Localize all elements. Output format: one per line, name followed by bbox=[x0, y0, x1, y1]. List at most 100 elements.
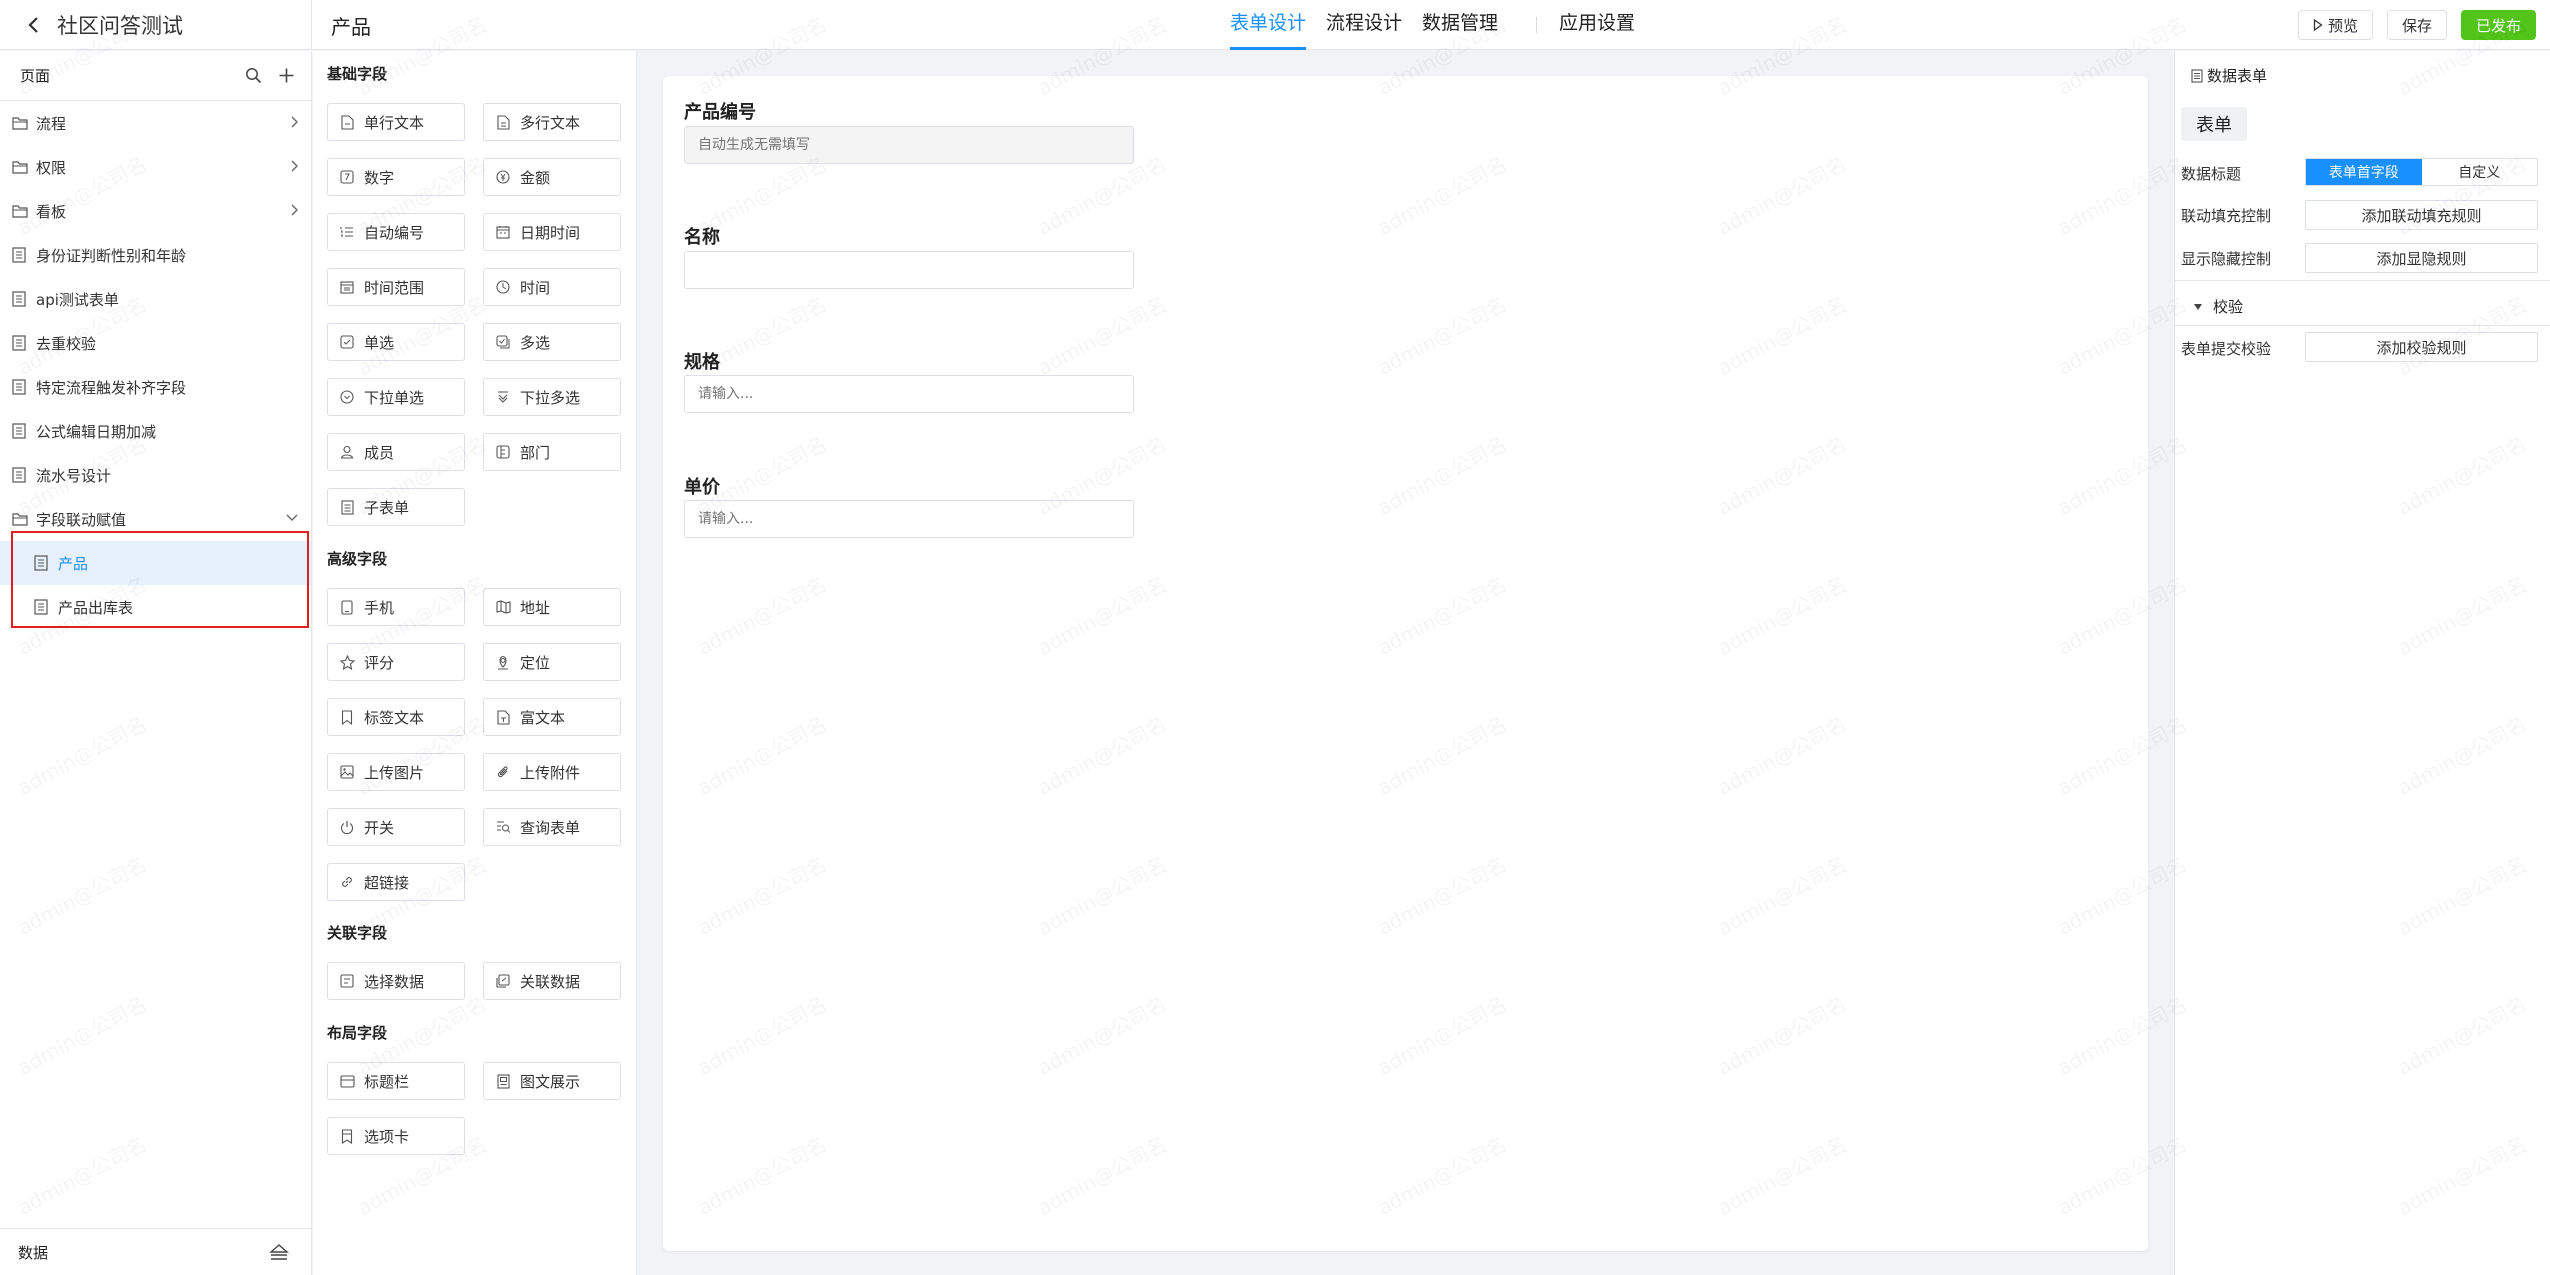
search-icon[interactable] bbox=[245, 67, 262, 84]
form-icon bbox=[34, 599, 48, 615]
sidebar-item-form[interactable]: 去重校验 bbox=[0, 321, 311, 365]
field-multi-select[interactable]: 多选 bbox=[483, 323, 621, 361]
field-switch[interactable]: 开关 bbox=[327, 808, 465, 846]
form-icon bbox=[12, 291, 26, 307]
unit-price-input[interactable] bbox=[684, 500, 1134, 538]
save-button[interactable]: 保存 bbox=[2386, 10, 2447, 40]
field-rich-text[interactable]: 富文本 bbox=[483, 698, 621, 736]
file-text-icon bbox=[496, 114, 510, 130]
eject-icon bbox=[269, 1244, 289, 1260]
field-label-text[interactable]: 标签文本 bbox=[327, 698, 465, 736]
submit-validation-label: 表单提交校验 bbox=[2181, 340, 2272, 358]
user-icon bbox=[340, 445, 354, 459]
publish-button[interactable]: 已发布 bbox=[2460, 10, 2536, 40]
field-select-data[interactable]: 选择数据 bbox=[327, 962, 465, 1000]
field-member[interactable]: 成员 bbox=[327, 433, 465, 471]
sidebar-item-label: 产品 bbox=[58, 554, 89, 573]
preview-label: 预览 bbox=[2327, 16, 2358, 35]
field-amount[interactable]: 金额 bbox=[483, 158, 621, 196]
tab-flow-design[interactable]: 流程设计 bbox=[1326, 0, 1402, 50]
tab-form-properties[interactable]: 表单 bbox=[2181, 107, 2247, 141]
add-icon[interactable] bbox=[278, 67, 295, 84]
form-icon bbox=[12, 379, 26, 395]
field-single-select[interactable]: 单选 bbox=[327, 323, 465, 361]
sidebar-footer[interactable]: 数据 bbox=[0, 1228, 311, 1275]
section-relation-fields: 关联字段 bbox=[327, 924, 388, 942]
back-button[interactable] bbox=[19, 10, 49, 40]
chevron-down-icon bbox=[286, 514, 298, 521]
tab-divider bbox=[1536, 17, 1538, 33]
field-number[interactable]: 数字 bbox=[327, 158, 465, 196]
add-visibility-rule-button[interactable]: 添加显隐规则 bbox=[2305, 243, 2538, 273]
field-multi-line-text[interactable]: 多行文本 bbox=[483, 103, 621, 141]
sidebar-item-permissions[interactable]: 权限 bbox=[0, 145, 311, 189]
preview-button[interactable]: 预览 bbox=[2297, 10, 2373, 40]
field-upload-image[interactable]: 上传图片 bbox=[327, 753, 465, 791]
form-icon bbox=[12, 467, 26, 483]
field-upload-attachment[interactable]: 上传附件 bbox=[483, 753, 621, 791]
pages-sidebar: 页面 流程 权限 看板 身份证判断性别和年龄 api测试表单 去重校验 特定流程… bbox=[0, 51, 312, 1275]
form-icon bbox=[12, 423, 26, 439]
properties-header: 数据表单 bbox=[2191, 65, 2267, 86]
sidebar-item-form[interactable]: api测试表单 bbox=[0, 277, 311, 321]
option-first-field[interactable]: 表单首字段 bbox=[2306, 159, 2422, 185]
field-query-form[interactable]: 查询表单 bbox=[483, 808, 621, 846]
tab-form-design[interactable]: 表单设计 bbox=[1230, 0, 1307, 50]
add-linkage-rule-button[interactable]: 添加联动填充规则 bbox=[2305, 200, 2538, 230]
tab-app-settings[interactable]: 应用设置 bbox=[1559, 0, 1635, 50]
rich-text-icon bbox=[496, 709, 510, 725]
ordered-list-icon bbox=[340, 227, 353, 237]
form-icon bbox=[12, 247, 26, 263]
field-department[interactable]: 部门 bbox=[483, 433, 621, 471]
sidebar-item-form[interactable]: 特定流程触发补齐字段 bbox=[0, 365, 311, 409]
field-label-unit-price: 单价 bbox=[684, 477, 720, 498]
sidebar-item-label: api测试表单 bbox=[36, 290, 119, 309]
sidebar-item-label: 公式编辑日期加减 bbox=[36, 422, 157, 441]
field-phone[interactable]: 手机 bbox=[327, 588, 465, 626]
field-related-data[interactable]: 关联数据 bbox=[483, 962, 621, 1000]
validation-section-header[interactable]: 校验 bbox=[2193, 296, 2243, 317]
field-single-line-text[interactable]: 单行文本 bbox=[327, 103, 465, 141]
phone-icon bbox=[341, 599, 353, 615]
field-datetime[interactable]: 日期时间 bbox=[483, 213, 621, 251]
sidebar-item-product[interactable]: 产品 bbox=[0, 541, 311, 585]
name-input[interactable] bbox=[684, 251, 1134, 289]
sidebar-item-form[interactable]: 公式编辑日期加减 bbox=[0, 409, 311, 453]
related-data-icon bbox=[496, 974, 510, 988]
sidebar-item-label: 权限 bbox=[36, 158, 67, 177]
field-title-bar[interactable]: 标题栏 bbox=[327, 1062, 465, 1100]
option-custom[interactable]: 自定义 bbox=[2422, 159, 2538, 185]
link-icon bbox=[342, 877, 352, 887]
circle-check-icon bbox=[340, 390, 354, 404]
tab-data-management[interactable]: 数据管理 bbox=[1422, 0, 1498, 50]
add-validation-rule-button[interactable]: 添加校验规则 bbox=[2305, 332, 2538, 362]
field-label-name: 名称 bbox=[684, 227, 720, 248]
field-location[interactable]: 定位 bbox=[483, 643, 621, 681]
field-tabs[interactable]: 选项卡 bbox=[327, 1117, 465, 1155]
spec-input[interactable] bbox=[684, 375, 1134, 413]
sidebar-item-label: 产品出库表 bbox=[58, 598, 134, 617]
sidebar-item-dashboard[interactable]: 看板 bbox=[0, 189, 311, 233]
field-subform[interactable]: 子表单 bbox=[327, 488, 465, 526]
image-icon bbox=[340, 765, 354, 779]
calendar-icon bbox=[496, 226, 510, 239]
field-auto-number[interactable]: 自动编号 bbox=[327, 213, 465, 251]
sidebar-item-product-outbound[interactable]: 产品出库表 bbox=[0, 585, 311, 629]
sidebar-item-form[interactable]: 流水号设计 bbox=[0, 453, 311, 497]
field-time[interactable]: 时间 bbox=[483, 268, 621, 306]
visibility-control-label: 显示隐藏控制 bbox=[2181, 250, 2272, 268]
design-tabs: 表单设计 流程设计 数据管理 应用设置 bbox=[1230, 0, 1655, 50]
field-time-range[interactable]: 时间范围 bbox=[327, 268, 465, 306]
sidebar-item-form[interactable]: 身份证判断性别和年龄 bbox=[0, 233, 311, 277]
field-image-text[interactable]: 图文展示 bbox=[483, 1062, 621, 1100]
sidebar-item-field-linkage[interactable]: 字段联动赋值 bbox=[0, 497, 311, 541]
field-rating[interactable]: 评分 bbox=[327, 643, 465, 681]
field-address[interactable]: 地址 bbox=[483, 588, 621, 626]
field-dropdown-multi[interactable]: 下拉多选 bbox=[483, 378, 621, 416]
sidebar-item-flow[interactable]: 流程 bbox=[0, 101, 311, 145]
chevron-right-icon bbox=[291, 204, 298, 216]
search-list-icon bbox=[496, 821, 510, 833]
field-palette: 基础字段 高级字段 关联字段 布局字段 单行文本 多行文本 数字 金额 自动编号… bbox=[313, 51, 637, 1275]
field-hyperlink[interactable]: 超链接 bbox=[327, 863, 465, 901]
field-dropdown-single[interactable]: 下拉单选 bbox=[327, 378, 465, 416]
